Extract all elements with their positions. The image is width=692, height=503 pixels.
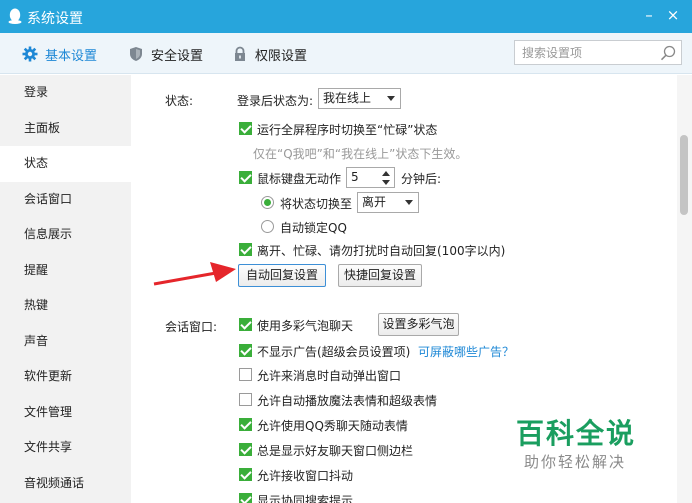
window-shake-checkbox[interactable] — [239, 468, 252, 481]
title-bar: 系统设置 – × — [0, 0, 692, 33]
idle-label: 鼠标键盘无动作 — [257, 172, 342, 186]
login-status-label: 登录后状态为: — [237, 94, 314, 108]
auto-lock-radio[interactable] — [261, 220, 274, 233]
auto-popup-label: 允许来消息时自动弹出窗口 — [257, 369, 402, 383]
chevron-down-icon — [387, 96, 395, 101]
login-status-value: 我在线上 — [323, 91, 372, 105]
chat-window-section-label: 会话窗口: — [165, 320, 218, 334]
spin-down-icon[interactable] — [382, 180, 390, 185]
sidebar-item-login[interactable]: 登录 — [0, 75, 131, 111]
auto-reply-settings-button[interactable]: 自动回复设置 — [238, 264, 326, 287]
sidebar-item-sound[interactable]: 声音 — [0, 324, 131, 360]
qq-penguin-icon — [8, 8, 22, 24]
tab-label: 基本设置 — [45, 48, 98, 64]
minimize-button[interactable]: – — [640, 6, 658, 24]
sidebar-show-label: 总是显示好友聊天窗口侧边栏 — [257, 444, 414, 458]
idle-checkbox[interactable] — [239, 171, 252, 184]
hide-ads-label: 不显示广告(超级会员设置项) — [257, 345, 411, 359]
quick-reply-settings-button[interactable]: 快捷回复设置 — [338, 264, 422, 287]
sidebar-item-main-panel[interactable]: 主面板 — [0, 111, 131, 147]
idle-minutes-value: 5 — [351, 170, 359, 184]
status-section-label: 状态: — [165, 94, 194, 108]
busy-fullscreen-label: 运行全屏程序时切换至“忙碌”状态 — [257, 123, 438, 137]
magic-emoji-checkbox[interactable] — [239, 393, 252, 406]
auto-lock-label: 自动锁定QQ — [280, 221, 347, 235]
idle-minutes-stepper[interactable]: 5 — [346, 167, 395, 188]
switch-status-value: 离开 — [362, 195, 387, 209]
switch-status-radio[interactable] — [261, 196, 274, 209]
sidebar-item-info-display[interactable]: 信息展示 — [0, 217, 131, 253]
search-input[interactable] — [515, 41, 655, 64]
sidebar-show-checkbox[interactable] — [239, 443, 252, 456]
search-box[interactable] — [514, 40, 682, 65]
login-status-select[interactable]: 我在线上 — [318, 88, 401, 109]
tab-bar: 基本设置 安全设置 权限设置 — [0, 33, 692, 74]
tab-permission-settings[interactable]: 权限设置 — [232, 43, 307, 65]
spin-up-icon[interactable] — [382, 171, 390, 176]
shield-icon — [130, 47, 142, 61]
close-button[interactable]: × — [664, 6, 682, 24]
tab-label: 安全设置 — [151, 48, 204, 64]
window-title: 系统设置 — [27, 11, 83, 27]
gear-icon — [22, 46, 38, 62]
colorful-bubble-label: 使用多彩气泡聊天 — [257, 319, 354, 333]
idle-unit-label: 分钟后: — [401, 172, 442, 186]
switch-status-label: 将状态切换至 — [280, 197, 353, 211]
scrollbar-thumb[interactable] — [680, 135, 688, 215]
watermark-title: 百科全说 — [516, 417, 637, 450]
sidebar-item-hotkeys[interactable]: 热键 — [0, 288, 131, 324]
search-icon[interactable] — [660, 45, 676, 61]
sidebar-item-software-update[interactable]: 软件更新 — [0, 359, 131, 395]
watermark-subtitle: 助你轻松解决 — [524, 453, 627, 471]
hide-ads-checkbox[interactable] — [239, 344, 252, 357]
tab-security-settings[interactable]: 安全设置 — [128, 43, 203, 65]
sidebar-item-status[interactable]: 状态 — [0, 146, 131, 182]
sidebar-item-reminder[interactable]: 提醒 — [0, 253, 131, 289]
sidebar-item-av-call[interactable]: 音视频通话 — [0, 466, 131, 502]
sidebar: 登录 主面板 状态 会话窗口 信息展示 提醒 热键 声音 软件更新 文件管理 文… — [0, 75, 131, 503]
magic-emoji-label: 允许自动播放魔法表情和超级表情 — [257, 394, 438, 408]
ad-block-link[interactable]: 可屏蔽哪些广告？ — [418, 343, 514, 360]
vertical-scrollbar[interactable] — [677, 75, 692, 503]
qq-show-checkbox[interactable] — [239, 418, 252, 431]
tab-label: 权限设置 — [255, 48, 308, 64]
set-bubble-button[interactable]: 设置多彩气泡 — [378, 313, 459, 336]
auto-reply-checkbox[interactable] — [239, 243, 252, 256]
chevron-down-icon — [405, 200, 413, 205]
window-shake-label: 允许接收窗口抖动 — [257, 469, 354, 483]
busy-fullscreen-checkbox[interactable] — [239, 122, 252, 135]
busy-hint: 仅在“Q我吧”和“我在线上”状态下生效。 — [253, 147, 468, 161]
auto-reply-label: 离开、忙碌、请勿打扰时自动回复(100字以内) — [257, 244, 506, 258]
sidebar-item-file-management[interactable]: 文件管理 — [0, 395, 131, 431]
search-hint-label: 显示协同搜索提示 — [257, 494, 354, 503]
switch-status-select[interactable]: 离开 — [357, 192, 419, 213]
tab-basic-settings[interactable]: 基本设置 — [22, 43, 97, 65]
colorful-bubble-checkbox[interactable] — [239, 318, 252, 331]
red-arrow-icon — [153, 262, 236, 286]
lock-icon — [235, 46, 245, 61]
auto-popup-checkbox[interactable] — [239, 368, 252, 381]
sidebar-item-chat-window[interactable]: 会话窗口 — [0, 182, 131, 218]
qq-show-label: 允许使用QQ秀聊天随动表情 — [257, 419, 408, 433]
search-hint-checkbox[interactable] — [239, 493, 252, 503]
sidebar-item-file-sharing[interactable]: 文件共享 — [0, 430, 131, 466]
